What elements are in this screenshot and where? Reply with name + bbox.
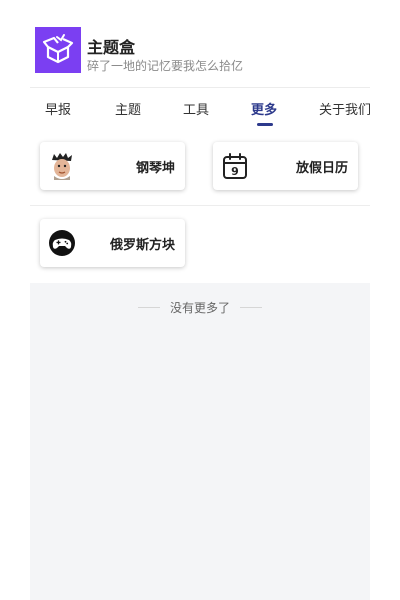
calendar-day-number: 9 [231,165,239,178]
tool-label: 俄罗斯方块 [109,238,175,253]
open-box-icon [42,34,74,64]
tools-grid: 钢琴坤 9 放假日历 俄罗斯方块 [30,129,370,283]
tab-morning-news[interactable]: 早报 [45,99,71,118]
tool-label: 钢琴坤 [135,161,175,176]
end-line-right [240,307,262,308]
no-more-text: 没有更多了 [169,301,230,315]
tool-card-piano-kun[interactable]: 钢琴坤 [40,142,185,190]
calendar-icon: 9 [223,153,247,179]
list-footer: 没有更多了 [30,283,370,600]
row-divider [30,205,370,206]
tool-card-holiday-calendar[interactable]: 9 放假日历 [213,142,358,190]
app-title: 主题盒 [87,38,136,57]
active-tab-indicator [257,123,273,126]
tab-more[interactable]: 更多 [251,99,277,118]
tab-about-us[interactable]: 关于我们 [319,99,370,118]
tab-themes[interactable]: 主题 [115,99,141,118]
tab-tools[interactable]: 工具 [183,99,209,118]
tool-label: 放假日历 [295,161,348,176]
gamepad-icon [49,230,75,256]
tab-bar: 早报 主题 工具 更多 关于我们 [30,87,370,130]
tool-card-tetris[interactable]: 俄罗斯方块 [40,219,185,267]
avatar-face-icon [52,153,72,180]
app-screen: 主题盒 碎了一地的记忆要我怎么拾亿 早报 主题 工具 更多 关于我们 钢琴坤 9… [30,0,370,600]
app-header: 主题盒 碎了一地的记忆要我怎么拾亿 [30,0,370,86]
app-logo [35,27,81,73]
app-subtitle: 碎了一地的记忆要我怎么拾亿 [87,59,244,73]
